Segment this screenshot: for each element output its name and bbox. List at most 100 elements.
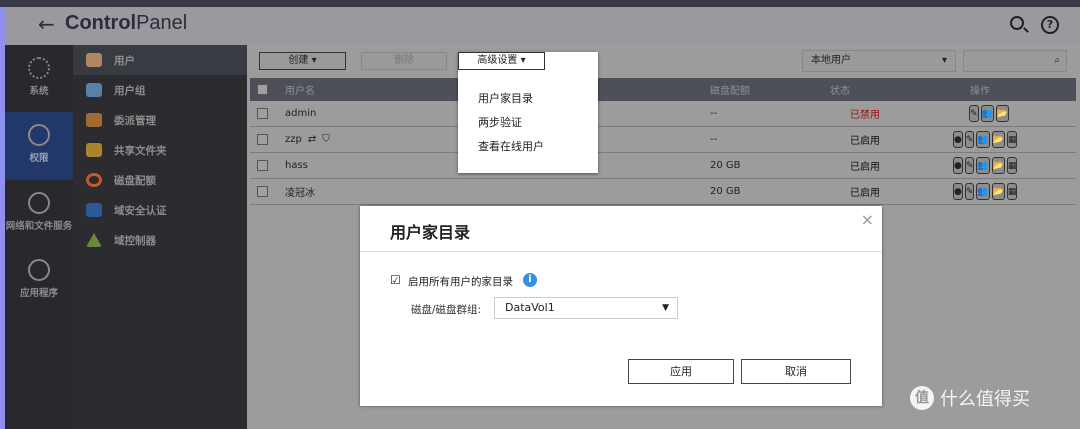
- chevron-down-icon: ▼: [662, 303, 669, 313]
- cancel-button[interactable]: 取消: [741, 359, 851, 384]
- quota: --: [710, 134, 718, 145]
- id-card-icon: [86, 203, 102, 217]
- subnav-label: 域安全认证: [114, 204, 167, 217]
- main-nav: 系统 权限 网络和文件服务 应用程序: [5, 45, 73, 429]
- create-button[interactable]: 创建 ▾: [259, 52, 346, 70]
- edit-action-icon[interactable]: ✎: [969, 105, 979, 122]
- apps-action-icon[interactable]: ▦: [1006, 183, 1018, 200]
- watermark-text: 什么值得买: [940, 389, 1030, 410]
- group-action-icon[interactable]: 👥: [980, 105, 994, 122]
- row-checkbox[interactable]: [257, 134, 268, 145]
- mic-action-icon[interactable]: ●: [953, 183, 963, 200]
- apps-action-icon[interactable]: ▦: [1006, 131, 1018, 148]
- col-actions: 操作: [970, 86, 990, 97]
- delete-button[interactable]: 删除: [361, 52, 447, 70]
- back-arrow-icon[interactable]: ←: [38, 12, 55, 36]
- create-label: 创建: [288, 55, 309, 66]
- nav-system[interactable]: 系统: [5, 57, 73, 112]
- nav-label: 系统: [29, 86, 49, 97]
- username: 凌冠冰: [285, 188, 315, 199]
- nav-network[interactable]: 网络和文件服务: [5, 192, 73, 242]
- subnav-label: 磁盘配额: [114, 174, 156, 187]
- nav-apps[interactable]: 应用程序: [5, 259, 73, 299]
- settings-sliders-icon: ⇄: [307, 134, 317, 145]
- search-input[interactable]: ⌕: [963, 50, 1067, 72]
- apps-icon: [28, 259, 50, 281]
- mic-action-icon[interactable]: ●: [953, 131, 963, 148]
- quota: 20 GB: [710, 186, 741, 197]
- row-checkbox[interactable]: [257, 108, 268, 119]
- group-icon: [86, 83, 102, 97]
- help-icon[interactable]: ?: [1041, 16, 1059, 34]
- folder-icon: [86, 143, 102, 157]
- menu-item-online-users[interactable]: 查看在线用户: [478, 138, 544, 154]
- nav-label: 权限: [29, 153, 49, 164]
- subnav-label: 委派管理: [114, 114, 156, 127]
- col-status: 状态: [830, 86, 850, 97]
- row-actions: ● ✎ 👥 📂 ▦: [953, 179, 1018, 204]
- top-strip: [0, 0, 1080, 7]
- edit-action-icon[interactable]: ✎: [964, 157, 975, 174]
- row-actions: ● ✎ 👥 📂 ▦: [953, 127, 1018, 152]
- advanced-settings-button[interactable]: 高级设置 ▾: [458, 52, 545, 70]
- controller-icon: [86, 233, 102, 247]
- folder-action-icon[interactable]: 📂: [991, 131, 1005, 148]
- nav-privileges[interactable]: 权限: [5, 112, 73, 180]
- table-header: 用户名 磁盘配额 状态 操作: [250, 78, 1076, 101]
- menu-item-home-folder[interactable]: 用户家目录: [478, 90, 533, 106]
- user-type-select[interactable]: 本地用户 ▾: [802, 50, 956, 72]
- select-all-checkbox[interactable]: [257, 84, 268, 95]
- subnav-label: 域控制器: [114, 234, 156, 247]
- subnav-domain-auth[interactable]: 域安全认证: [73, 195, 247, 225]
- search-icon[interactable]: [1010, 16, 1024, 30]
- apply-button[interactable]: 应用: [628, 359, 734, 384]
- chevron-down-icon: ▾: [941, 55, 947, 66]
- folder-action-icon[interactable]: 📂: [995, 105, 1009, 122]
- subnav-quota[interactable]: 磁盘配额: [73, 165, 247, 195]
- advanced-label: 高级设置: [477, 55, 518, 66]
- group-action-icon[interactable]: 👥: [976, 131, 990, 148]
- info-icon[interactable]: i: [523, 273, 537, 287]
- status: 已禁用: [850, 110, 880, 121]
- menu-item-2step[interactable]: 两步验证: [478, 114, 522, 130]
- subnav-delegation[interactable]: 委派管理: [73, 105, 247, 135]
- row-actions: ✎ 👥 📂: [969, 101, 1009, 126]
- col-username[interactable]: 用户名: [285, 78, 315, 101]
- apps-action-icon[interactable]: ▦: [1006, 157, 1018, 174]
- username: admin: [285, 108, 317, 119]
- subnav-users[interactable]: 用户: [73, 45, 247, 75]
- folder-action-icon[interactable]: 📂: [991, 183, 1005, 200]
- col-quota[interactable]: 磁盘配额: [710, 78, 750, 101]
- folder-action-icon[interactable]: 📂: [991, 157, 1005, 174]
- group-action-icon[interactable]: 👥: [976, 157, 990, 174]
- subnav-label: 用户: [114, 54, 135, 67]
- globe-icon: [28, 192, 50, 214]
- nav-label: 网络和文件服务: [5, 221, 73, 232]
- edit-action-icon[interactable]: ✎: [964, 131, 975, 148]
- edit-action-icon[interactable]: ✎: [964, 183, 975, 200]
- table-row[interactable]: 凌冠冰 20 GB 已启用 ● ✎ 👥 📂 ▦: [250, 179, 1076, 205]
- row-checkbox[interactable]: [257, 186, 268, 197]
- filter-value: 本地用户: [811, 55, 851, 66]
- app-title: ControlPanel: [65, 12, 188, 34]
- subnav-groups[interactable]: 用户组: [73, 75, 247, 105]
- mic-action-icon[interactable]: ●: [953, 157, 963, 174]
- volume-select[interactable]: DataVol1 ▼: [494, 297, 678, 319]
- subnav-label: 用户组: [114, 84, 146, 97]
- table-row[interactable]: admin -- 已禁用 ✎ 👥 📂: [250, 101, 1076, 127]
- watermark-logo-icon: 值: [910, 386, 934, 410]
- subnav-shared-folders[interactable]: 共享文件夹: [73, 135, 247, 165]
- row-checkbox[interactable]: [257, 160, 268, 171]
- close-icon[interactable]: ×: [861, 210, 874, 229]
- delegate-icon: [86, 113, 102, 127]
- row-actions: ● ✎ 👥 📂 ▦: [953, 153, 1018, 178]
- group-action-icon[interactable]: 👥: [976, 183, 990, 200]
- table-row[interactable]: zzp ⇄ ⛉ -- 已启用 ● ✎ 👥 📂 ▦: [250, 127, 1076, 153]
- sub-nav: 用户 用户组 委派管理 共享文件夹 磁盘配额 域安全认证 域控制器: [73, 45, 247, 429]
- enable-home-checkbox[interactable]: ☑: [390, 273, 401, 287]
- status: 已启用: [850, 136, 880, 147]
- search-icon: ⌕: [1054, 55, 1060, 66]
- subnav-domain-controller[interactable]: 域控制器: [73, 225, 247, 255]
- table-row[interactable]: hass 20 GB 已启用 ● ✎ 👥 📂 ▦: [250, 153, 1076, 179]
- advanced-settings-menu: 用户家目录 两步验证 查看在线用户: [458, 52, 598, 173]
